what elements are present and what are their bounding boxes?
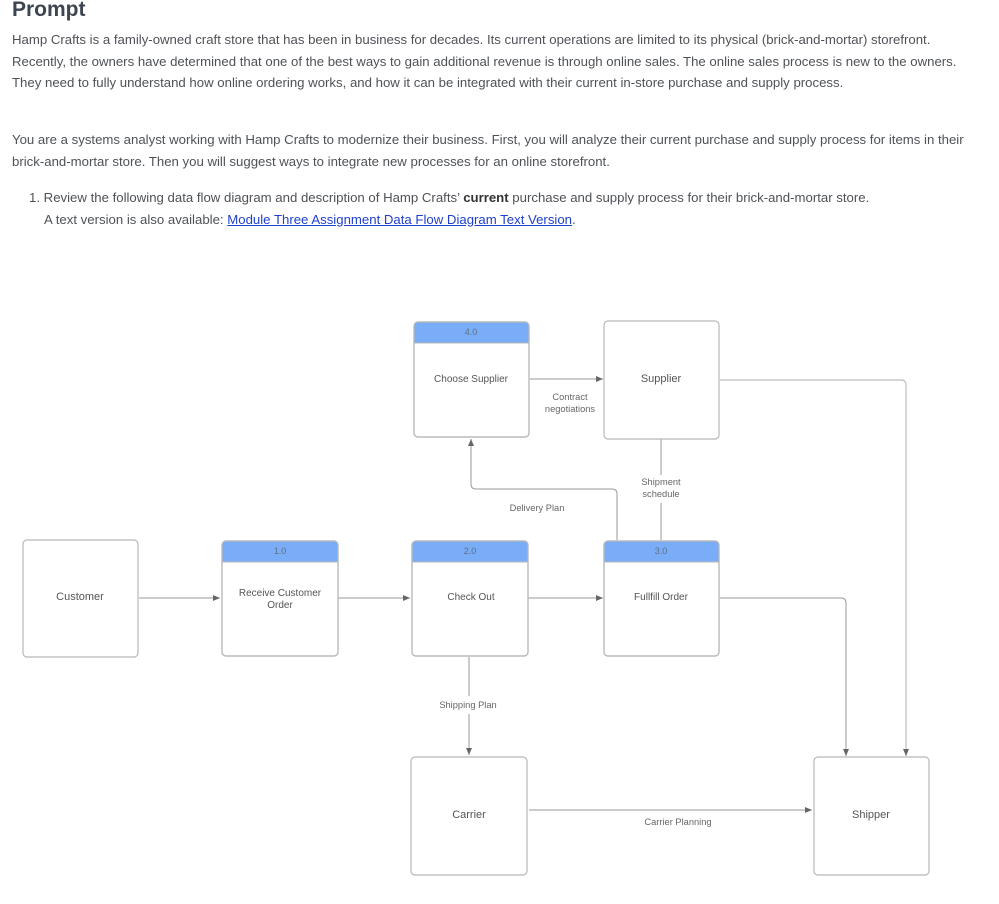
entity-label: Shipper bbox=[852, 809, 890, 821]
process-check-out[interactable]: 2.0 Check Out bbox=[411, 540, 529, 657]
flow-delivery-plan bbox=[468, 439, 618, 540]
entity-carrier[interactable]: Carrier bbox=[410, 756, 528, 876]
entity-label: Supplier bbox=[641, 373, 682, 385]
process-choose-supplier[interactable]: 4.0 Choose Supplier bbox=[413, 321, 530, 438]
flow-supplier-to-shipper bbox=[720, 379, 909, 756]
entity-supplier[interactable]: Supplier bbox=[603, 320, 720, 440]
flow-label-carrier-planning: Carrier Planning bbox=[644, 817, 711, 827]
entity-label: Carrier bbox=[452, 809, 486, 821]
process-label-line1: Choose Supplier bbox=[434, 374, 509, 385]
process-receive-customer-order[interactable]: 1.0 Receive Customer Order bbox=[221, 540, 339, 657]
process-fulfill-order[interactable]: 3.0 Fullfill Order bbox=[603, 540, 720, 657]
process-number: 4.0 bbox=[465, 327, 478, 337]
flow-label-negotiations: negotiations bbox=[545, 404, 595, 414]
flow-label-delivery-plan: Delivery Plan bbox=[510, 503, 565, 513]
process-label-line1: Receive Customer bbox=[239, 588, 322, 599]
flow-label-shipping-plan: Shipping Plan bbox=[439, 700, 496, 710]
entity-label: Customer bbox=[56, 591, 104, 603]
process-number: 3.0 bbox=[655, 546, 668, 556]
flow-label-shipment: Shipment bbox=[641, 477, 681, 487]
flow-label-contract: Contract bbox=[552, 392, 588, 402]
data-flow-diagram: Contract negotiations Shipment schedule … bbox=[22, 320, 930, 876]
process-label-line2: Order bbox=[267, 600, 293, 611]
process-number: 2.0 bbox=[464, 546, 477, 556]
entity-customer[interactable]: Customer bbox=[22, 539, 139, 658]
process-number: 1.0 bbox=[274, 546, 287, 556]
process-label-line1: Fullfill Order bbox=[634, 592, 689, 603]
process-label-line1: Check Out bbox=[447, 592, 494, 603]
flow-fulfill-to-shipper bbox=[720, 597, 849, 756]
flow-label-schedule: schedule bbox=[642, 489, 679, 499]
entity-shipper[interactable]: Shipper bbox=[813, 756, 930, 876]
